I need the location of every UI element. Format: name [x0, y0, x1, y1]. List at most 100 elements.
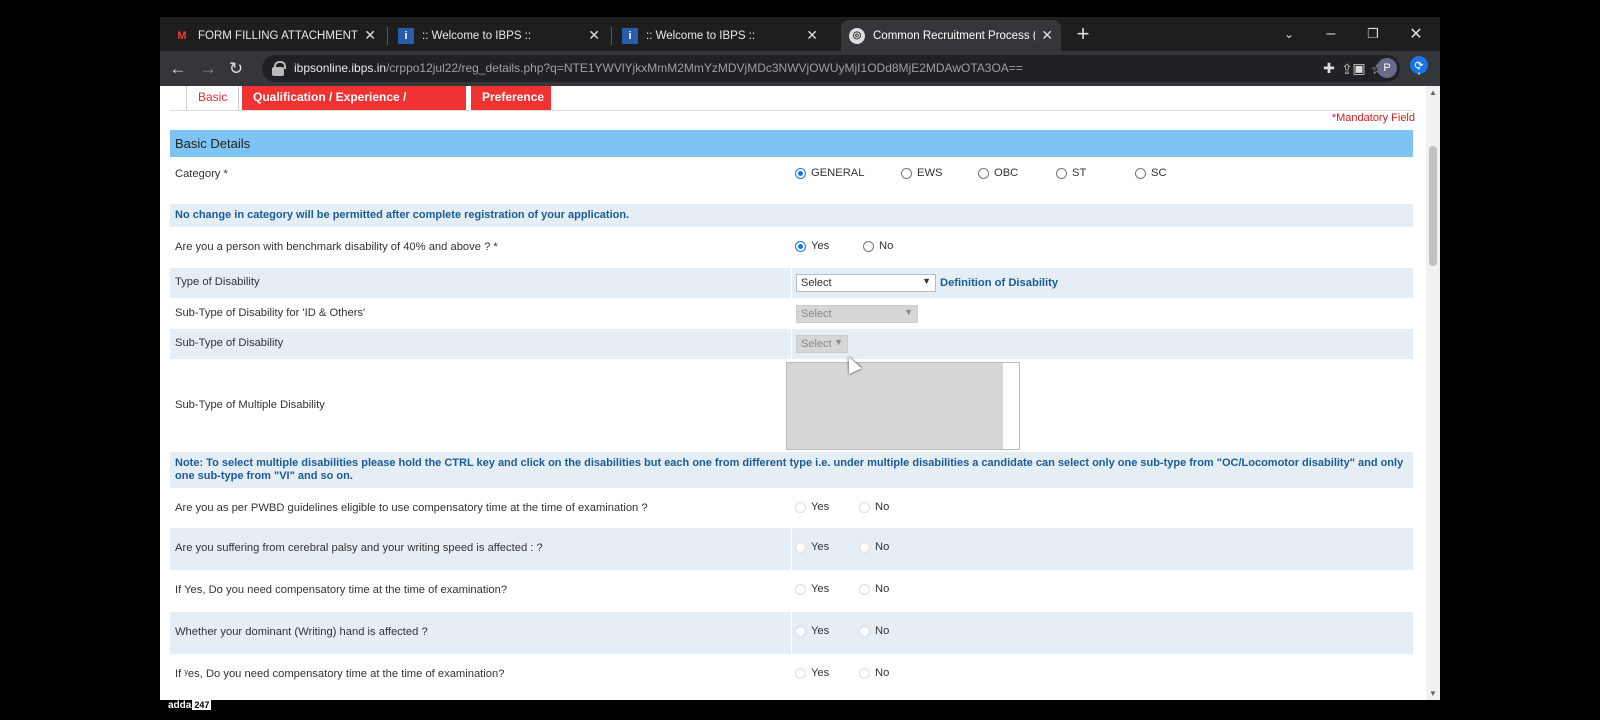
radio-st[interactable]: ST: [1056, 167, 1086, 179]
browser-tab-strip: M FORM FILLING ATTACHMENT - p ✕ i :: Wel…: [160, 17, 1440, 51]
tab-basic[interactable]: Basic: [186, 86, 240, 110]
forward-icon[interactable]: →: [196, 57, 220, 81]
puzzle-extensions-icon[interactable]: ✚: [1319, 58, 1339, 78]
column-divider: [791, 528, 792, 570]
ibps-icon: i: [398, 27, 414, 44]
radio-circle[interactable]: [978, 167, 989, 179]
chevron-down-icon: ▼: [922, 276, 931, 286]
radio-sc[interactable]: SC: [1135, 167, 1167, 179]
radio-disability-yes[interactable]: Yes: [795, 240, 829, 252]
subtype-select[interactable]: Select ▼: [796, 335, 848, 353]
radio-circle[interactable]: [1135, 167, 1146, 179]
definition-link[interactable]: Definition of Disability: [940, 277, 1058, 289]
profile-avatar[interactable]: P: [1377, 58, 1397, 78]
multi-note-row: Note: To select multiple disabilities pl…: [170, 452, 1413, 488]
browser-tab-ibps-2[interactable]: i :: Welcome to IBPS :: ✕: [614, 20, 826, 51]
close-icon[interactable]: ✕: [1041, 27, 1053, 44]
radio-circle[interactable]: [795, 667, 806, 679]
need-comp2-question: If ʸes, Do you need compensatory time at…: [175, 668, 505, 680]
close-window-icon[interactable]: ✕: [1398, 20, 1434, 48]
radio-disability-no[interactable]: No: [863, 240, 893, 252]
radio-circle[interactable]: [859, 625, 870, 637]
ibps-icon: i: [622, 27, 638, 44]
new-tab-icon[interactable]: +: [1065, 20, 1101, 48]
subtype-id-select[interactable]: Select ▼: [796, 305, 918, 323]
section-header: Basic Details: [170, 130, 1413, 157]
mandatory-note: *Mandatory Field: [1331, 112, 1415, 124]
browser-tab-ibps-1[interactable]: i :: Welcome to IBPS :: ✕: [390, 20, 608, 51]
close-icon[interactable]: ✕: [806, 27, 818, 44]
disability-question: Are you a person with benchmark disabili…: [175, 241, 498, 253]
radio-comp-yes[interactable]: Yes: [795, 501, 829, 513]
back-icon[interactable]: ←: [166, 57, 190, 81]
radio-circle[interactable]: [859, 541, 870, 553]
radio-needcomp-yes[interactable]: Yes: [795, 583, 829, 595]
radio-hand-yes[interactable]: Yes: [795, 625, 829, 637]
radio-circle[interactable]: [859, 501, 870, 513]
type-disability-select[interactable]: Select ▼: [796, 274, 936, 292]
radio-ews[interactable]: EWS: [901, 167, 942, 179]
url-field[interactable]: ibpsonline.ibps.in/crppo12jul22/reg_deta…: [262, 55, 1400, 82]
compensatory-row: Are you as per PWBD guidelines eligible …: [170, 488, 1413, 528]
type-disability-label: Type of Disability: [175, 276, 260, 288]
radio-circle[interactable]: [901, 167, 912, 179]
minimize-icon[interactable]: –: [1313, 20, 1349, 48]
disability-row: Are you a person with benchmark disabili…: [170, 227, 1413, 268]
chevron-down-icon: ▼: [834, 337, 843, 347]
type-disability-row: Type of Disability Select ▼ Definition of…: [170, 268, 1413, 298]
close-icon[interactable]: ✕: [588, 27, 600, 44]
radio-needcomp2-yes[interactable]: Yes: [795, 667, 829, 679]
cerebral-question: Are you suffering from cerebral palsy an…: [175, 542, 543, 554]
category-note-row: No change in category will be permitted …: [170, 204, 1413, 227]
radio-circle[interactable]: [859, 667, 870, 679]
multi-note: Note: To select multiple disabilities pl…: [175, 457, 1404, 482]
reload-icon[interactable]: ↻: [224, 57, 248, 81]
radio-needcomp2-no[interactable]: No: [859, 667, 889, 679]
need-comp-row: If Yes, Do you need compensatory time at…: [170, 570, 1413, 612]
radio-circle[interactable]: [795, 240, 806, 252]
radio-comp-no[interactable]: No: [859, 501, 889, 513]
radio-circle[interactable]: [863, 240, 874, 252]
radio-circle[interactable]: [795, 583, 806, 595]
column-divider: [791, 612, 792, 654]
radio-circle[interactable]: [859, 583, 870, 595]
tab-preference[interactable]: Preference: [471, 86, 551, 110]
category-row: Category * GENERAL EWS OBC ST SC: [170, 157, 1413, 191]
subtype-id-row: Sub-Type of Disability for 'ID & Others'…: [170, 298, 1413, 329]
browser-tab-gmail[interactable]: M FORM FILLING ATTACHMENT - p ✕: [166, 20, 384, 51]
radio-circle[interactable]: [795, 167, 806, 179]
url-text[interactable]: ibpsonline.ibps.in/crppo12jul22/reg_deta…: [294, 61, 1023, 75]
close-icon[interactable]: ✕: [364, 27, 376, 44]
radio-circle[interactable]: [1056, 167, 1067, 179]
column-divider: [791, 268, 792, 298]
subtype-multiple-listbox[interactable]: [786, 362, 1020, 450]
radio-circle[interactable]: [795, 625, 806, 637]
menu-kebab-icon[interactable]: ⋮: [1411, 58, 1427, 78]
radio-circle[interactable]: [795, 501, 806, 513]
radio-hand-no[interactable]: No: [859, 625, 889, 637]
radio-general[interactable]: GENERAL: [795, 167, 864, 179]
side-panel-icon[interactable]: ▣: [1349, 58, 1369, 78]
scroll-thumb[interactable]: [1429, 146, 1437, 266]
scroll-up-icon[interactable]: ▲: [1429, 88, 1437, 97]
radio-circle[interactable]: [795, 541, 806, 553]
hand-row: Whether your dominant (Writing) hand is …: [170, 612, 1413, 654]
radio-cerebral-yes[interactable]: Yes: [795, 541, 829, 553]
listbox-scrollbar[interactable]: [1003, 363, 1019, 449]
radio-obc[interactable]: OBC: [978, 167, 1018, 179]
category-note: No change in category will be permitted …: [175, 209, 630, 221]
page-scrollbar[interactable]: ▲ ▼: [1426, 86, 1440, 700]
cerebral-row: Are you suffering from cerebral palsy an…: [170, 528, 1413, 570]
watermark-logo: adda 247: [168, 700, 212, 711]
tab-separator: [387, 27, 388, 45]
tab-search-icon[interactable]: ⌄: [1271, 20, 1307, 48]
radio-cerebral-no[interactable]: No: [859, 541, 889, 553]
subtype-label: Sub-Type of Disability: [175, 337, 284, 349]
radio-needcomp-no[interactable]: No: [859, 583, 889, 595]
scroll-down-icon[interactable]: ▼: [1429, 689, 1437, 698]
restore-icon[interactable]: ❐: [1355, 20, 1391, 48]
tab-qualification[interactable]: Qualification / Experience / Languages: [242, 86, 466, 126]
browser-tab-active[interactable]: ◎ Common Recruitment Process (C ✕: [841, 20, 1061, 51]
lock-icon-body: [272, 67, 284, 76]
tab-separator: [611, 27, 612, 45]
